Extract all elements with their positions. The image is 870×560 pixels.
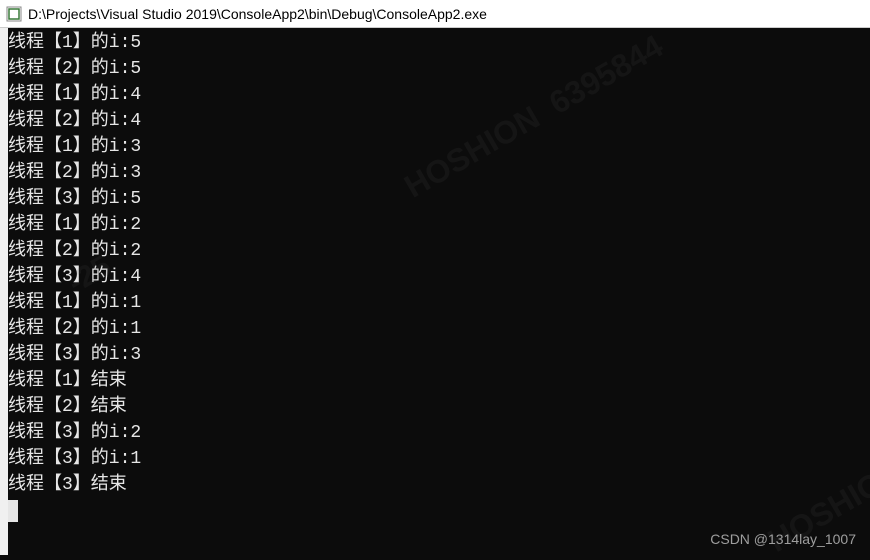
csdn-watermark: CSDN @1314lay_1007 [710, 531, 856, 547]
console-line: 线程【3】的i:4 [8, 264, 870, 290]
console-line: 线程【3】结束 [8, 472, 870, 498]
app-icon [6, 6, 22, 22]
console-line: 线程【1】的i:1 [8, 290, 870, 316]
window-title: D:\Projects\Visual Studio 2019\ConsoleAp… [28, 6, 487, 22]
console-line: 线程【2】的i:2 [8, 238, 870, 264]
console-output[interactable]: 线程【1】的i:5线程【2】的i:5线程【1】的i:4线程【2】的i:4线程【1… [8, 28, 870, 555]
console-line: 线程【3】的i:1 [8, 446, 870, 472]
console-line: 线程【3】的i:3 [8, 342, 870, 368]
console-line: 线程【2】的i:5 [8, 56, 870, 82]
window-title-bar: D:\Projects\Visual Studio 2019\ConsoleAp… [0, 0, 870, 28]
console-line: 线程【1】的i:3 [8, 134, 870, 160]
console-line: 线程【1】的i:5 [8, 30, 870, 56]
console-line: 线程【2】结束 [8, 394, 870, 420]
window-left-edge [0, 28, 8, 555]
console-line: 线程【2】的i:4 [8, 108, 870, 134]
console-line: 线程【1】的i:2 [8, 212, 870, 238]
console-line: 线程【3】的i:5 [8, 186, 870, 212]
console-line: 线程【1】结束 [8, 368, 870, 394]
console-line: 线程【2】的i:3 [8, 160, 870, 186]
console-line: 线程【2】的i:1 [8, 316, 870, 342]
console-line: 线程【1】的i:4 [8, 82, 870, 108]
console-line: 线程【3】的i:2 [8, 420, 870, 446]
console-cursor [8, 500, 18, 522]
